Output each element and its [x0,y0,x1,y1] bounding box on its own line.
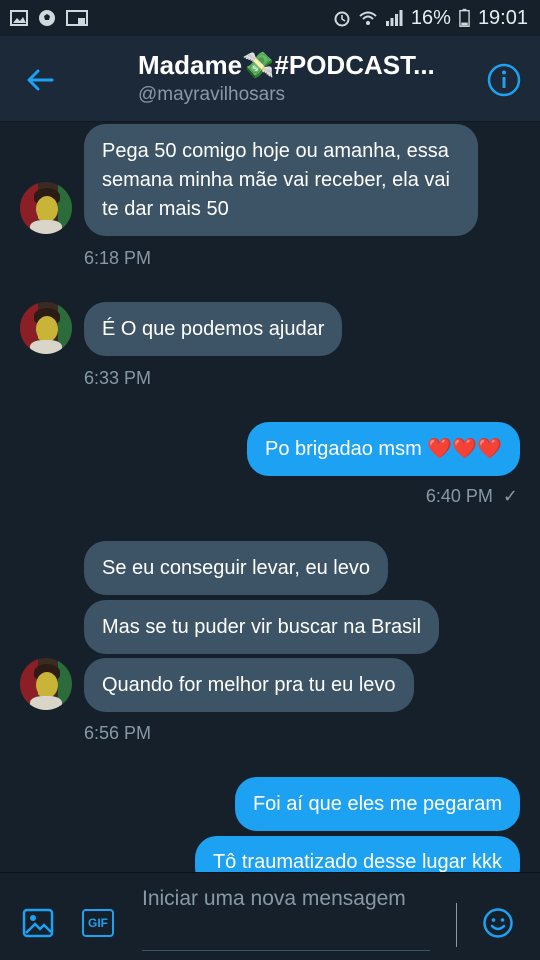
message-text: Mas se tu puder vir buscar na Brasil [102,615,422,638]
message-text: Pega 50 comigo hoje ou amanha, essa sema… [102,139,450,220]
cast-icon [66,10,88,26]
message-bubble-received[interactable]: É O que podemos ajudar [84,302,343,356]
status-bar: 16% 19:01 [0,0,540,36]
message-bubble-sent[interactable]: Foi aí que eles me pegaram [234,777,520,831]
message-time-label: 6:40 PM [425,486,493,506]
message-text: Se eu conseguir levar, eu levo [102,556,370,579]
avatar[interactable] [20,182,72,234]
message-text: Po brigadao msm ❤️❤️❤️ [264,437,502,460]
gif-icon[interactable]: GIF [82,909,114,937]
avatar[interactable] [20,302,72,354]
message-bubble-received[interactable]: Quando for melhor pra tu eu levo [84,658,414,712]
message-input-placeholder: Iniciar uma nova mensagem [142,887,406,910]
message-timestamp: 6:56 PM [84,723,152,743]
message-bubble-sent[interactable]: Po brigadao msm ❤️❤️❤️ [246,422,520,476]
message-bubble-received[interactable]: Se eu conseguir levar, eu levo [84,541,388,595]
message-timestamp: 6:40 PM ✓ [426,486,518,507]
battery-icon [459,8,470,27]
message-bubble-received[interactable]: Mas se tu puder vir buscar na Brasil [84,600,440,654]
message-bubble-received[interactable]: Pega 50 comigo hoje ou amanha, essa sema… [84,124,478,236]
avatar[interactable] [20,658,72,710]
info-icon [487,63,521,97]
battery-percent: 16% [410,6,451,29]
message-timestamp: 6:33 PM [84,368,152,388]
signal-icon [385,10,403,26]
conversation-title[interactable]: Madame💸#PODCAST... [138,50,438,81]
back-arrow-icon [27,69,54,91]
composer-divider [456,903,457,947]
conversation-handle[interactable]: @mayravilhosars [138,84,285,106]
conversation-header: Madame💸#PODCAST... @mayravilhosars [0,36,540,122]
clock: 19:01 [477,6,528,29]
info-button[interactable] [484,60,524,100]
gif-label: GIF [88,916,108,930]
message-timestamp: 6:18 PM [84,248,152,268]
back-button[interactable] [20,60,60,100]
message-input[interactable]: Iniciar uma nova mensagem [142,885,430,951]
emoji-icon[interactable] [482,907,514,939]
sent-check-icon: ✓ [502,486,518,506]
status-left [10,9,88,27]
wifi-icon [359,11,377,25]
soccer-ball-icon [39,10,55,26]
message-text: É O que podemos ajudar [102,317,325,340]
message-text: Quando for melhor pra tu eu levo [102,673,396,696]
image-icon[interactable] [22,907,54,939]
alarm-icon [334,11,350,27]
message-composer: GIF Iniciar uma nova mensagem [0,872,540,960]
image-notification-icon [10,10,28,26]
message-text: Foi aí que eles me pegaram [252,792,502,815]
status-right: 16% 19:01 [333,7,528,30]
